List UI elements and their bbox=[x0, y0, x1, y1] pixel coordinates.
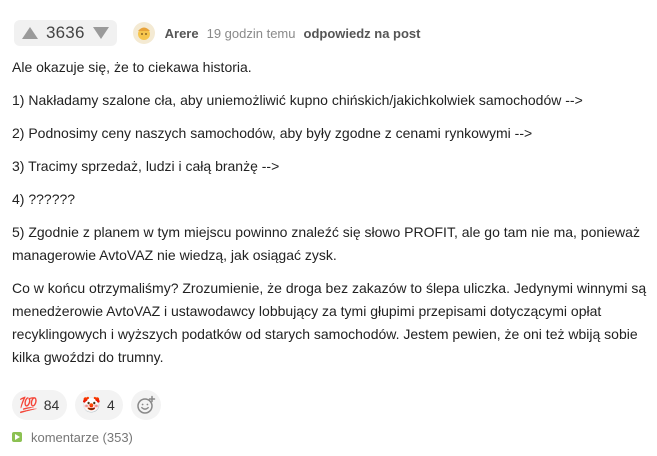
timestamp: 19 godzin temu bbox=[206, 25, 296, 41]
add-emoji-icon bbox=[137, 395, 155, 414]
comment-paragraph: 2) Podnosimy ceny naszych samochodów, ab… bbox=[12, 125, 533, 141]
comment-paragraph: Co w końcu otrzymaliśmy? Zrozumienie, że… bbox=[12, 280, 647, 365]
reaction-hundred[interactable]: 💯 84 bbox=[12, 390, 68, 420]
comment-body: Ale okazuje się, że to ciekawa historia.… bbox=[12, 56, 647, 379]
comment-paragraph: 4) ?????? bbox=[12, 191, 76, 207]
clown-face-icon: 🤡 bbox=[82, 396, 101, 414]
comments-count-label: komentarze (353) bbox=[31, 429, 133, 445]
avatar-icon bbox=[137, 27, 150, 40]
vote-widget: 3636 bbox=[14, 20, 117, 46]
hundred-points-icon: 💯 bbox=[19, 396, 38, 414]
reaction-count: 4 bbox=[106, 397, 115, 413]
reaction-clown[interactable]: 🤡 4 bbox=[75, 390, 123, 420]
comment-paragraph: 1) Nakładamy szalone cła, aby uniemożliw… bbox=[12, 92, 583, 108]
reply-link[interactable]: odpowiedz na post bbox=[304, 26, 421, 41]
comment-paragraph: Ale okazuje się, że to ciekawa historia. bbox=[12, 59, 252, 75]
arrow-up-icon bbox=[22, 27, 38, 39]
comments-toggle[interactable]: komentarze (353) bbox=[12, 429, 133, 445]
vote-score: 3636 bbox=[46, 23, 85, 42]
username[interactable]: Arere bbox=[165, 26, 199, 41]
add-reaction-button[interactable] bbox=[130, 390, 161, 420]
comment-paragraph: 3) Tracimy sprzedaż, ludzi i całą branżę… bbox=[12, 158, 280, 174]
reaction-count: 84 bbox=[43, 397, 60, 413]
reactions-bar: 💯 84 🤡 4 bbox=[12, 390, 161, 420]
comment-paragraph: 5) Zgodnie z planem w tym miejscu powinn… bbox=[12, 224, 640, 263]
expand-icon bbox=[12, 432, 22, 442]
avatar[interactable] bbox=[132, 22, 155, 44]
downvote-button[interactable] bbox=[91, 23, 111, 43]
comment-header: 3636 Arere 19 godzin temu odpowiedz na p… bbox=[14, 20, 421, 46]
arrow-down-icon bbox=[92, 27, 109, 39]
upvote-button[interactable] bbox=[20, 23, 40, 43]
